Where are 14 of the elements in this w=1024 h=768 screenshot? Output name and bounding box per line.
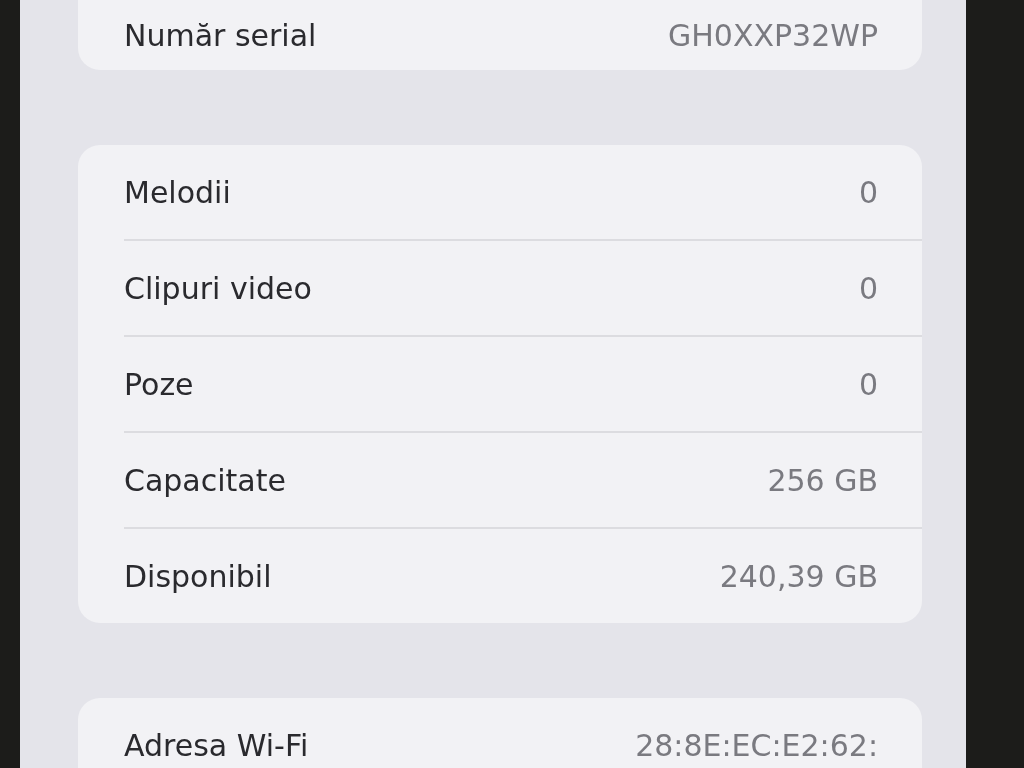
row-label: Poze [124, 366, 194, 402]
row-value: 0 [858, 174, 878, 210]
row-label: Număr serial [124, 17, 317, 53]
row-value: 240,39 GB [719, 558, 878, 594]
row-label: Adresa Wi-Fi [124, 727, 309, 763]
row-label: Clipuri video [124, 270, 312, 306]
row-value: 0 [858, 366, 878, 402]
row-value: 0 [858, 270, 878, 306]
row-value: 28:8E:EC:E2:62: [635, 727, 878, 763]
row-value: GH0XXP32WP [668, 17, 878, 53]
row-value: 256 GB [767, 462, 878, 498]
row-label: Melodii [124, 174, 231, 210]
row-label: Disponibil [124, 558, 272, 594]
row-label: Capacitate [124, 462, 286, 498]
